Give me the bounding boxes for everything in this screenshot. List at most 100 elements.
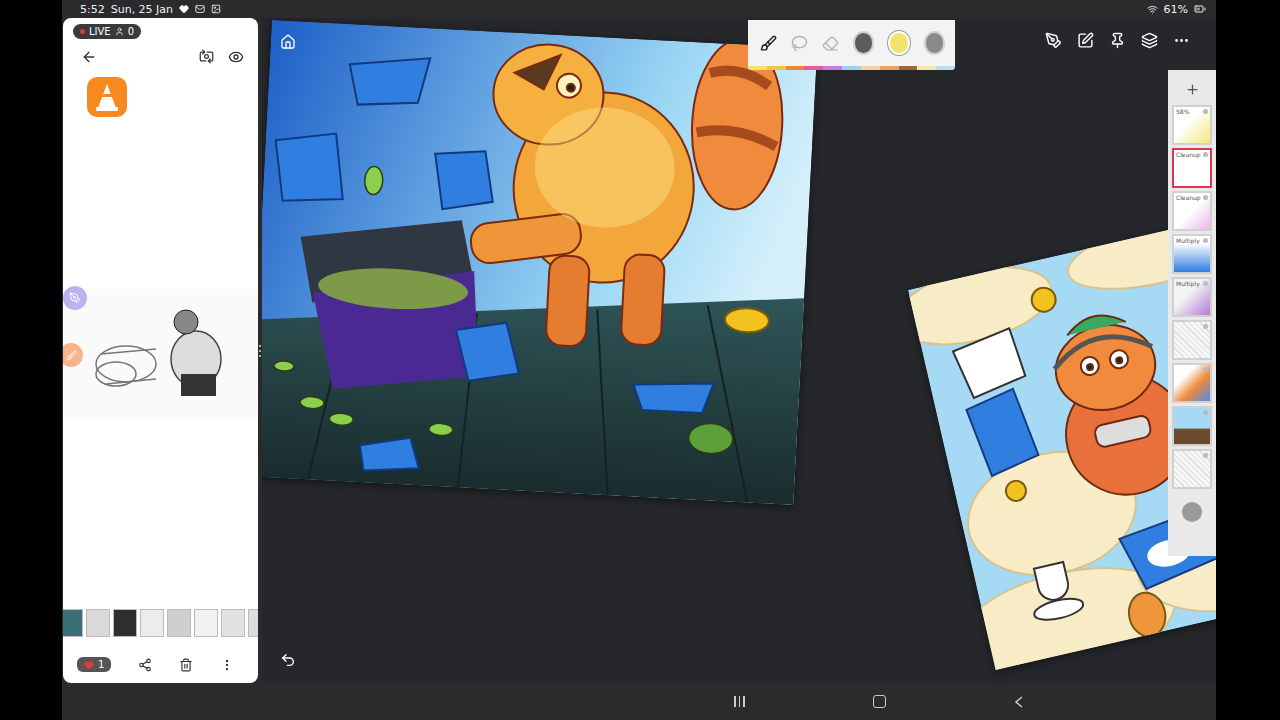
palette-color[interactable] [767, 66, 786, 70]
gallery-toolbar: 1 [63, 657, 258, 672]
artwork-main[interactable] [262, 20, 817, 505]
palette-color[interactable] [936, 66, 955, 70]
layer-thumbnail[interactable] [1172, 320, 1212, 360]
home-icon [280, 34, 296, 50]
undo-button[interactable] [280, 652, 296, 668]
color-swatch[interactable] [888, 31, 909, 55]
color-picker[interactable] [1182, 502, 1202, 522]
gallery-panel: LIVE 0 1 [63, 18, 258, 683]
vlc-icon[interactable] [87, 77, 127, 117]
visibility-icon[interactable] [1203, 238, 1208, 243]
color-swatch[interactable] [924, 31, 945, 55]
top-actions [1045, 32, 1190, 49]
gallery-thumbnail[interactable] [248, 609, 258, 637]
battery-percent: 61% [1164, 3, 1188, 16]
gallery-thumbnail[interactable] [113, 609, 137, 637]
comment-badge[interactable]: 1 [77, 657, 111, 672]
plus-icon [1185, 82, 1200, 97]
live-dot [80, 29, 85, 34]
tool-button[interactable] [822, 35, 839, 52]
visibility-icon[interactable] [1203, 109, 1208, 114]
visibility-icon[interactable] [1203, 453, 1208, 458]
home-nav-icon[interactable] [873, 695, 886, 708]
palette-color[interactable] [861, 66, 880, 70]
palette-color[interactable] [823, 66, 842, 70]
comment-count: 1 [98, 659, 104, 670]
sketch-preview[interactable] [86, 304, 236, 404]
image-icon [211, 4, 221, 14]
status-time: 5:52 [80, 3, 105, 16]
pin-icon[interactable] [1109, 32, 1126, 49]
home-button[interactable] [280, 34, 296, 50]
more-icon[interactable] [220, 658, 234, 672]
tool-bar [748, 20, 955, 70]
gallery-thumbnail[interactable] [167, 609, 191, 637]
visibility-icon[interactable] [1203, 152, 1208, 157]
edit-handle[interactable] [63, 286, 87, 310]
gallery-thumbnail[interactable] [194, 609, 218, 637]
layer-label: Multiply [1176, 238, 1200, 244]
image-preview[interactable] [63, 289, 258, 419]
gallery-thumbnail[interactable] [221, 609, 245, 637]
compass-icon[interactable] [1045, 32, 1062, 49]
drawing-canvas[interactable]: 58% Cleanup Cleanup Multiply Multiply [262, 18, 1216, 683]
lasso-icon [791, 35, 808, 52]
mail-icon [195, 4, 205, 14]
palette-color[interactable] [917, 66, 936, 70]
undo-icon [280, 652, 296, 668]
palette-color[interactable] [842, 66, 861, 70]
visibility-icon[interactable] [1203, 281, 1208, 286]
share-icon[interactable] [138, 658, 152, 672]
viewer-count: 0 [128, 26, 134, 37]
layer-thumbnail[interactable] [1172, 449, 1212, 489]
artwork-raccoon-treasure[interactable] [262, 20, 817, 505]
color-palette[interactable] [748, 66, 955, 70]
layer-thumbnail[interactable]: Multiply [1172, 277, 1212, 317]
screen: 5:52 Sun, 25 Jan 61% LIVE 0 1 58% Cleanup Cleanu… [0, 0, 1280, 720]
brush-small-icon [66, 350, 77, 361]
wifi-icon [1147, 4, 1158, 15]
edit-icon[interactable] [1077, 32, 1094, 49]
layer-thumbnail[interactable] [1172, 406, 1212, 446]
gallery-thumbnail[interactable] [63, 609, 83, 637]
live-label: LIVE [89, 26, 111, 37]
layer-label: Cleanup [1176, 152, 1201, 158]
visibility-icon[interactable] [1203, 367, 1208, 372]
add-layer-button[interactable] [1185, 76, 1200, 102]
heart-icon [179, 4, 189, 14]
letterbox-left [0, 0, 62, 720]
live-badge[interactable]: LIVE 0 [73, 24, 141, 39]
more-icon[interactable] [1173, 32, 1190, 49]
layer-thumbnail[interactable] [1172, 363, 1212, 403]
palette-color[interactable] [786, 66, 805, 70]
layer-thumbnail[interactable]: Multiply [1172, 234, 1212, 274]
trash-icon[interactable] [179, 658, 193, 672]
recents-icon[interactable] [734, 696, 745, 707]
gallery-thumbnail[interactable] [86, 609, 110, 637]
layer-thumbnail[interactable]: Cleanup [1172, 148, 1212, 188]
back-nav-icon[interactable] [1014, 696, 1024, 708]
status-date: Sun, 25 Jan [111, 3, 173, 16]
back-arrow-icon[interactable] [81, 49, 97, 65]
palette-color[interactable] [748, 66, 767, 70]
layer-label: 58% [1176, 109, 1189, 115]
visibility-icon[interactable] [1203, 410, 1208, 415]
color-swatch[interactable] [853, 31, 874, 55]
tool-button[interactable] [760, 35, 777, 52]
viewers-icon [115, 27, 124, 36]
palette-color[interactable] [880, 66, 899, 70]
battery-icon [1194, 3, 1206, 15]
palette-color[interactable] [899, 66, 918, 70]
visibility-icon[interactable] [1203, 195, 1208, 200]
eye-icon[interactable] [228, 49, 244, 65]
layer-thumbnail[interactable]: 58% [1172, 105, 1212, 145]
tool-button[interactable] [791, 35, 808, 52]
gallery-thumbnail[interactable] [140, 609, 164, 637]
layer-label: Multiply [1176, 281, 1200, 287]
layers-panel: 58% Cleanup Cleanup Multiply Multiply [1168, 70, 1216, 556]
layers-icon[interactable] [1141, 32, 1158, 49]
layer-thumbnail[interactable]: Cleanup [1172, 191, 1212, 231]
visibility-icon[interactable] [1203, 324, 1208, 329]
palette-color[interactable] [804, 66, 823, 70]
rotate-icon[interactable] [199, 49, 214, 64]
